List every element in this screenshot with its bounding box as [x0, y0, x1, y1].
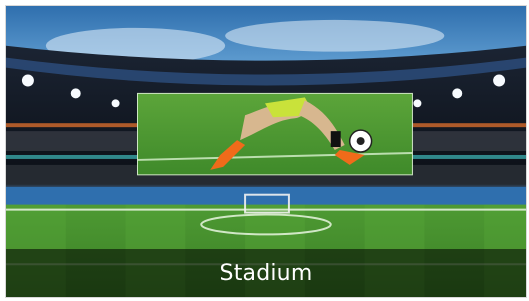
stadium-tile[interactable]: Stadium — [5, 5, 527, 298]
tile-caption: Stadium — [219, 260, 313, 286]
caption-bar: Stadium — [6, 249, 526, 297]
